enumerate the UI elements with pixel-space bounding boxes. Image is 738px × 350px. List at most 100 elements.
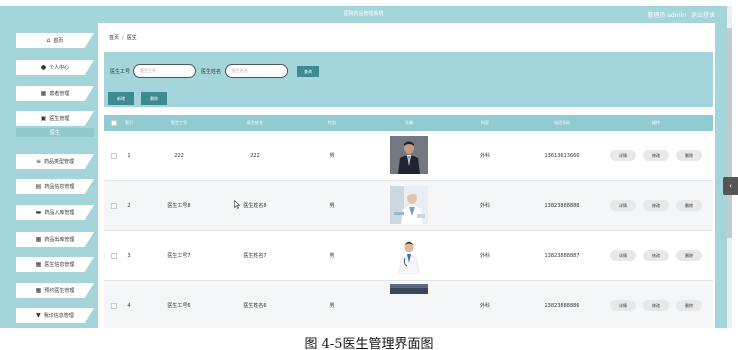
sidebar-item-label: 个人中心 [49,65,70,71]
col-doctor-no: 医生工号 [171,120,187,125]
detail-button[interactable]: 详情 [610,250,636,261]
sidebar-item-doctor-info[interactable]: ▦ 医生信息管理 [16,257,94,272]
sidebar-item-drug-out[interactable]: ▦ 药品出库管理 [16,232,94,247]
table-row: 4 医生工号6 医生姓名6 男 外科 13823888886 详情 修改 删除 [104,281,713,328]
sidebar-item-consults[interactable]: ▼ 我诊信息管理 [16,308,94,323]
col-doctor-name: 医生姓名 [247,120,263,125]
detail-button[interactable]: 详情 [610,200,636,211]
sidebar-item-drug-types[interactable]: ≡ 药品类型管理 [16,154,94,169]
delete-button[interactable]: 删除 [676,200,702,211]
delete-selected-button[interactable]: 删除 [141,92,167,105]
sidebar-item-home[interactable]: ⌂ 首页 [16,33,94,48]
sidebar-item-drug-info[interactable]: ▤ 药品信息管理 [16,179,94,194]
cell-phone: 13613613666 [544,153,580,159]
toolbar: 新增 删除 [104,90,713,107]
sidebar-item-label: 首页 [53,38,64,44]
figure-caption: 图 4-5医生管理界面图 [304,337,434,350]
list-icon: ≡ [35,158,41,165]
row-actions: 详情 修改 删除 [610,150,702,161]
row-checkbox[interactable] [111,303,117,309]
row-checkbox[interactable] [111,253,117,259]
cell-doctor-name: 医生姓名6 [243,303,267,309]
cell-doctor-no: 医生工号7 [167,253,191,259]
cell-department: 外科 [479,203,490,209]
cell-department: 外科 [479,253,490,259]
col-actions: 操作 [652,120,660,125]
shield-icon: ▼ [36,312,41,319]
col-avatar: 头像 [405,120,413,125]
col-index: 索引 [125,120,133,125]
grid-icon: ▦ [40,90,47,97]
doctor-no-input[interactable]: 医生工号 [133,64,196,78]
cell-gender: 男 [329,303,335,309]
row-checkbox[interactable] [111,203,117,209]
search-button[interactable]: 查询 [297,66,319,77]
sidebar-item-label: 医生 [49,130,60,136]
doctor-icon: ▣ [40,115,47,122]
row-checkbox[interactable] [111,153,117,159]
cell-doctor-no: 医生工号8 [167,203,191,209]
doctor-photo [390,284,428,294]
user-label: 管理员 admin [647,12,687,19]
scrollbar-thumb[interactable] [727,28,732,238]
cell-gender: 男 [329,203,335,209]
cell-doctor-name: 222 [250,153,260,159]
sidebar-item-drug-in[interactable]: ▬ 药品入库管理 [16,205,94,220]
delete-button[interactable]: 删除 [676,150,702,161]
detail-button[interactable]: 详情 [610,300,636,311]
edit-button[interactable]: 修改 [643,300,669,311]
sidebar-item-appointments[interactable]: ▦ 预约医生管理 [16,283,94,298]
sidebar-item-doctors[interactable]: ▣ 医生管理 [16,111,94,126]
sidebar-item-label: 预约医生管理 [44,288,75,294]
sidebar-subitem-doctor[interactable]: 医生 [16,128,94,137]
add-button[interactable]: 新增 [108,92,134,105]
cell-doctor-no: 222 [174,153,184,159]
doctor-table: 索引 医生工号 医生姓名 性别 头像 科室 电话号码 操作 1 222 222 … [104,115,713,328]
sidebar-item-profile[interactable]: ● 个人中心 [16,60,94,75]
logout-link[interactable]: 退出登录 [691,12,715,19]
breadcrumb-home[interactable]: 首页 [109,35,119,41]
mouse-cursor-icon [234,200,240,209]
table-row: 3 医生工号7 医生姓名7 男 外科 13823888887 详情 修改 删除 [104,231,713,281]
cell-department: 外科 [479,153,490,159]
col-department: 科室 [481,120,489,125]
bag-icon: ▤ [35,183,42,190]
row-actions: 详情 修改 删除 [610,250,702,261]
col-phone: 电话号码 [554,120,570,125]
doctor-photo [390,136,428,174]
edit-button[interactable]: 修改 [643,250,669,261]
app-title: 医院药品管理系统 [343,11,384,17]
breadcrumb-separator: / [122,35,124,41]
inbox-icon: ▬ [35,209,42,216]
doctor-photo [390,236,428,274]
sidebar-item-label: 药品信息管理 [44,184,75,190]
side-collapse-tab[interactable]: ‹ [723,177,738,195]
delete-button[interactable]: 删除 [676,300,702,311]
grid-icon: ▦ [35,287,42,294]
edit-button[interactable]: 修改 [643,150,669,161]
doctor-name-label: 医生姓名 [201,69,222,75]
edit-button[interactable]: 修改 [643,200,669,211]
cell-doctor-name: 医生姓名8 [243,203,267,209]
breadcrumb-current: 医生 [126,35,137,41]
home-icon: ⌂ [46,37,51,44]
select-all-checkbox[interactable] [111,120,117,126]
doctor-name-input[interactable]: 医生姓名 [225,64,288,78]
sidebar-item-label: 药品类型管理 [44,159,75,165]
delete-button[interactable]: 删除 [676,250,702,261]
user-icon: ● [40,64,47,71]
grid-icon: ▦ [35,261,42,268]
grid-icon: ▦ [35,236,42,243]
cell-index: 1 [127,153,131,159]
sidebar-item-patients[interactable]: ▦ 患者管理 [16,86,94,101]
search-panel: 医生工号 医生工号 医生姓名 医生姓名 查询 [104,52,713,90]
user-info: 管理员 admin 退出登录 [647,10,715,19]
row-actions: 详情 修改 删除 [610,300,702,311]
table-row: 2 医生工号8 医生姓名8 男 外科 13823888888 详情 修改 删除 [104,181,713,231]
top-bar: 医院药品管理系统 管理员 admin 退出登录 [0,6,727,23]
sidebar-item-label: 医生信息管理 [44,262,75,268]
detail-button[interactable]: 详情 [610,150,636,161]
sidebar: ⌂ 首页 ● 个人中心 ▦ 患者管理 ▣ 医生管理 医生 ≡ 药品类型管理 ▤ 药品信息管理… [0,23,96,328]
table-row: 1 222 222 男 外科 13613613666 详情 修改 删除 [104,131,713,181]
page: 医院药品管理系统 管理员 admin 退出登录 ⌂ 首页 ● 个人中心 ▦ 患者管理 … [0,0,738,350]
